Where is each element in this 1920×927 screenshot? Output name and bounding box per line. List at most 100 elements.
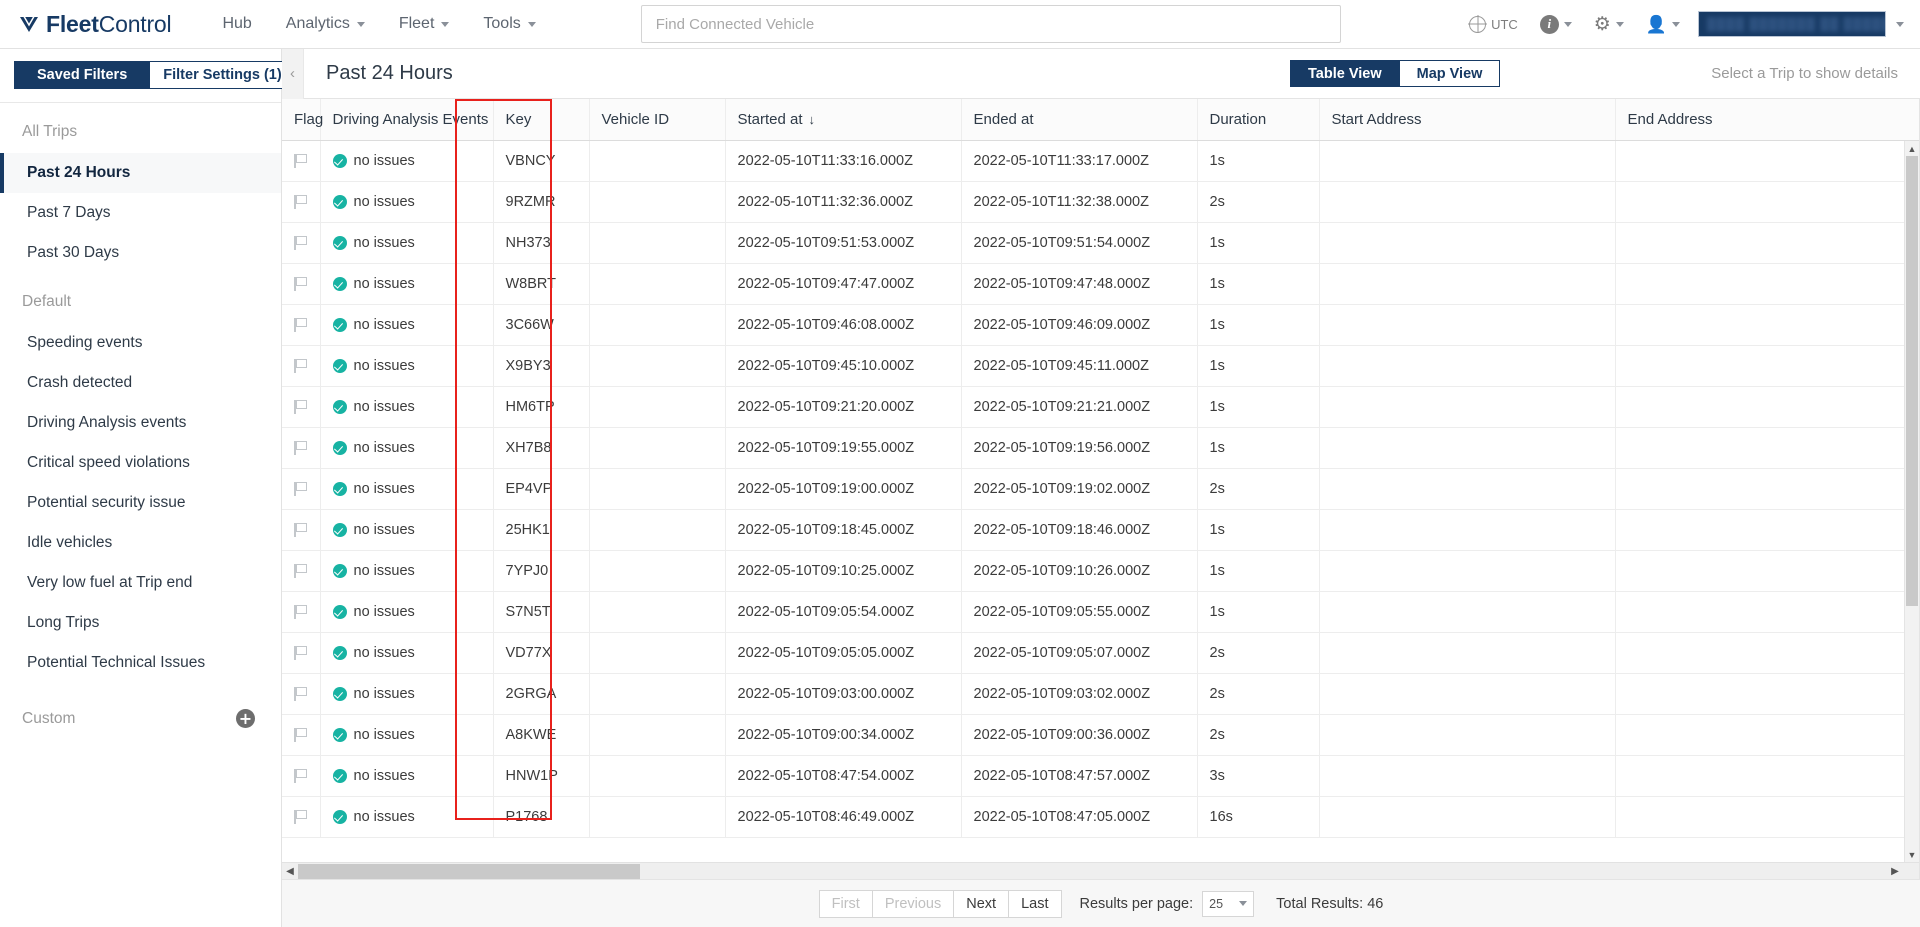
- flag-outline-icon[interactable]: [294, 768, 307, 783]
- cell-flag[interactable]: [282, 304, 321, 346]
- table-row[interactable]: no issues S7N5T 2022-05-10T09:05:54.000Z 20…: [282, 591, 1919, 633]
- horizontal-scrollbar-thumb[interactable]: [298, 864, 640, 879]
- flag-outline-icon[interactable]: [294, 317, 307, 332]
- pagination-previous-button[interactable]: Previous: [872, 889, 955, 918]
- scroll-right-icon[interactable]: ▶: [1887, 863, 1903, 879]
- column-header-end-address[interactable]: End Address: [1615, 99, 1919, 141]
- plus-circle-icon[interactable]: +: [236, 709, 255, 728]
- table-row[interactable]: no issues 2GRGA 2022-05-10T09:03:00.000Z 20…: [282, 673, 1919, 715]
- flag-outline-icon[interactable]: [294, 194, 307, 209]
- sidebar-item-potential-technical-issues[interactable]: Potential Technical Issues: [0, 643, 281, 683]
- sidebar-item-past-7-days[interactable]: Past 7 Days: [0, 193, 281, 233]
- cell-flag[interactable]: [282, 140, 321, 182]
- chevron-left-icon[interactable]: ‹: [282, 48, 304, 99]
- cell-flag[interactable]: [282, 796, 321, 838]
- table-row[interactable]: no issues W8BRT 2022-05-10T09:47:47.000Z 20…: [282, 263, 1919, 305]
- flag-outline-icon[interactable]: [294, 686, 307, 701]
- column-header-key[interactable]: Key: [493, 99, 590, 141]
- cell-flag[interactable]: [282, 345, 321, 387]
- cell-flag[interactable]: [282, 468, 321, 510]
- flag-outline-icon[interactable]: [294, 604, 307, 619]
- sidebar-item-driving-analysis-events[interactable]: Driving Analysis events: [0, 403, 281, 443]
- pagination-last-button[interactable]: Last: [1009, 889, 1062, 918]
- cell-flag[interactable]: [282, 673, 321, 715]
- table-row[interactable]: no issues X9BY3 2022-05-10T09:45:10.000Z 20…: [282, 345, 1919, 387]
- table-row[interactable]: no issues VD77X 2022-05-10T09:05:05.000Z 20…: [282, 632, 1919, 674]
- flag-outline-icon[interactable]: [294, 358, 307, 373]
- horizontal-scrollbar[interactable]: ◀ ▶: [282, 862, 1919, 879]
- flag-outline-icon[interactable]: [294, 153, 307, 168]
- table-row[interactable]: no issues P1768 2022-05-10T08:46:49.000Z 20…: [282, 796, 1919, 838]
- flag-outline-icon[interactable]: [294, 809, 307, 824]
- sidebar-item-critical-speed-violations[interactable]: Critical speed violations: [0, 443, 281, 483]
- sidebar-item-past-30-days[interactable]: Past 30 Days: [0, 233, 281, 273]
- cell-flag[interactable]: [282, 550, 321, 592]
- flag-outline-icon[interactable]: [294, 727, 307, 742]
- vertical-scrollbar-thumb[interactable]: [1906, 156, 1918, 606]
- table-row[interactable]: no issues EP4VP 2022-05-10T09:19:00.000Z 20…: [282, 468, 1919, 510]
- flag-outline-icon[interactable]: [294, 235, 307, 250]
- cell-flag[interactable]: [282, 714, 321, 756]
- sidebar-item-crash-detected[interactable]: Crash detected: [0, 363, 281, 403]
- cell-flag[interactable]: [282, 181, 321, 223]
- chevron-down-icon[interactable]: [1896, 21, 1904, 27]
- scroll-up-icon[interactable]: ▲: [1905, 141, 1919, 156]
- info-menu[interactable]: i: [1530, 9, 1582, 40]
- brand-logo[interactable]: Fleet Control: [18, 11, 172, 38]
- cell-flag[interactable]: [282, 263, 321, 305]
- column-header-start-address[interactable]: Start Address: [1319, 99, 1616, 141]
- settings-menu[interactable]: ⚙: [1584, 9, 1634, 40]
- pagination-next-button[interactable]: Next: [954, 889, 1010, 918]
- column-header-started-at[interactable]: Started at ↓: [725, 99, 962, 141]
- tab-map-view[interactable]: Map View: [1399, 60, 1501, 87]
- table-row[interactable]: no issues 3C66W 2022-05-10T09:46:08.000Z 20…: [282, 304, 1919, 346]
- table-row[interactable]: no issues 9RZMR 2022-05-10T11:32:36.000Z 20…: [282, 181, 1919, 223]
- account-selector[interactable]: ████ ███████ ██ ███████ ███: [1698, 11, 1886, 37]
- sidebar-item-long-trips[interactable]: Long Trips: [0, 603, 281, 643]
- table-row[interactable]: no issues HNW1P 2022-05-10T08:47:54.000Z 20…: [282, 755, 1919, 797]
- column-header-driving-analysis-events[interactable]: Driving Analysis Events: [320, 99, 494, 141]
- cell-flag[interactable]: [282, 591, 321, 633]
- nav-item-hub[interactable]: Hub: [205, 9, 268, 39]
- nav-item-fleet[interactable]: Fleet: [382, 9, 467, 39]
- sidebar-item-past-24-hours[interactable]: Past 24 Hours: [0, 153, 281, 193]
- cell-flag[interactable]: [282, 386, 321, 428]
- sidebar-item-very-low-fuel-at-trip-end[interactable]: Very low fuel at Trip end: [0, 563, 281, 603]
- table-row[interactable]: no issues 7YPJ0 2022-05-10T09:10:25.000Z 20…: [282, 550, 1919, 592]
- vertical-scrollbar[interactable]: ▲ ▼: [1904, 141, 1919, 862]
- table-row[interactable]: no issues A8KWE 2022-05-10T09:00:34.000Z 20…: [282, 714, 1919, 756]
- table-row[interactable]: no issues 25HK1 2022-05-10T09:18:45.000Z 20…: [282, 509, 1919, 551]
- flag-outline-icon[interactable]: [294, 399, 307, 414]
- flag-outline-icon[interactable]: [294, 645, 307, 660]
- sidebar-item-idle-vehicles[interactable]: Idle vehicles: [0, 523, 281, 563]
- search-input[interactable]: [640, 5, 1341, 43]
- sidebar-item-speeding-events[interactable]: Speeding events: [0, 323, 281, 363]
- table-row[interactable]: no issues HM6TP 2022-05-10T09:21:20.000Z 20…: [282, 386, 1919, 428]
- table-row[interactable]: no issues VBNCY 2022-05-10T11:33:16.000Z 20…: [282, 140, 1919, 182]
- scroll-left-icon[interactable]: ◀: [282, 863, 298, 880]
- flag-outline-icon[interactable]: [294, 522, 307, 537]
- cell-flag[interactable]: [282, 222, 321, 264]
- flag-outline-icon[interactable]: [294, 563, 307, 578]
- tab-filter-settings[interactable]: Filter Settings (1): [150, 61, 296, 89]
- cell-flag[interactable]: [282, 427, 321, 469]
- nav-item-analytics[interactable]: Analytics: [269, 9, 382, 39]
- column-header-flag[interactable]: Flag: [282, 99, 323, 141]
- flag-outline-icon[interactable]: [294, 440, 307, 455]
- nav-item-tools[interactable]: Tools: [466, 9, 552, 39]
- tab-saved-filters[interactable]: Saved Filters: [14, 61, 151, 89]
- cell-flag[interactable]: [282, 632, 321, 674]
- scroll-down-icon[interactable]: ▼: [1905, 847, 1919, 862]
- cell-flag[interactable]: [282, 509, 321, 551]
- sidebar-item-potential-security-issue[interactable]: Potential security issue: [0, 483, 281, 523]
- flag-outline-icon[interactable]: [294, 481, 307, 496]
- column-header-duration[interactable]: Duration: [1197, 99, 1320, 141]
- table-row[interactable]: no issues XH7B8 2022-05-10T09:19:55.000Z 20…: [282, 427, 1919, 469]
- cell-flag[interactable]: [282, 755, 321, 797]
- tab-table-view[interactable]: Table View: [1290, 60, 1400, 87]
- pagination-first-button[interactable]: First: [818, 889, 873, 918]
- column-header-vehicle-id[interactable]: Vehicle ID: [589, 99, 726, 141]
- column-header-ended-at[interactable]: Ended at: [961, 99, 1198, 141]
- user-menu[interactable]: 👤: [1636, 10, 1690, 39]
- results-per-page-select[interactable]: 25: [1202, 890, 1255, 917]
